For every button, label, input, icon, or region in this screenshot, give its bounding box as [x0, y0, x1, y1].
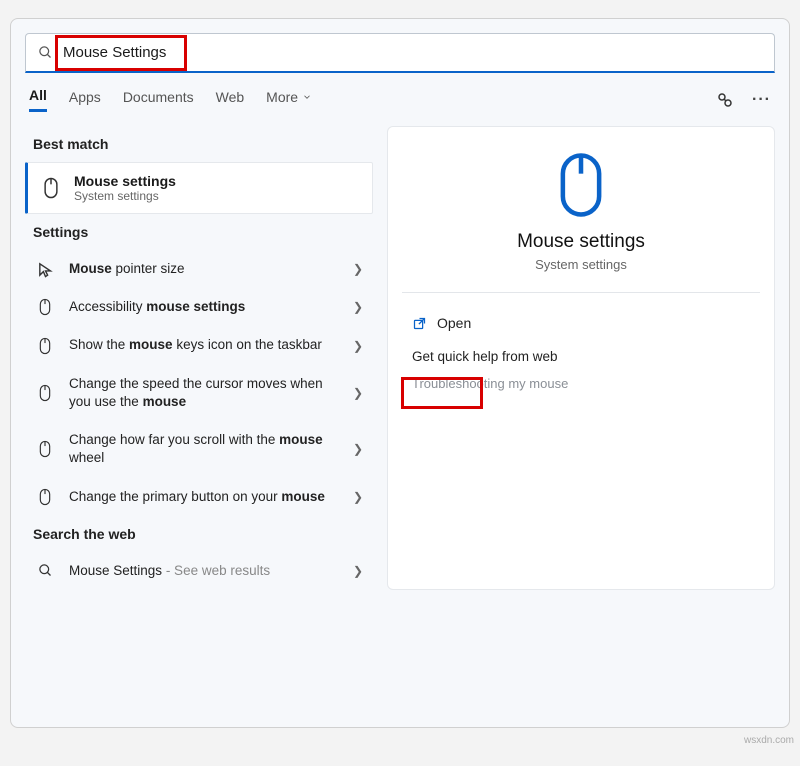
- chevron-right-icon: ❯: [353, 386, 363, 400]
- setting-cursor-speed[interactable]: Change the speed the cursor moves when y…: [25, 365, 373, 421]
- best-match-header: Best match: [25, 126, 373, 162]
- best-match-item[interactable]: Mouse settings System settings: [25, 162, 373, 214]
- link-icon[interactable]: [716, 91, 734, 109]
- quick-help-header: Get quick help from web: [406, 339, 756, 370]
- mouse-icon: [35, 440, 55, 458]
- preview-sub: System settings: [406, 257, 756, 272]
- search-icon: [35, 563, 55, 578]
- best-match-sub: System settings: [74, 189, 176, 203]
- tab-web[interactable]: Web: [216, 89, 245, 111]
- open-label: Open: [437, 315, 471, 331]
- chevron-down-icon: [302, 92, 312, 102]
- search-icon: [38, 45, 53, 60]
- open-action[interactable]: Open: [406, 307, 756, 339]
- mouse-icon: [35, 298, 55, 316]
- web-result-item[interactable]: Mouse Settings - See web results ❯: [25, 552, 373, 590]
- search-input[interactable]: Mouse Settings: [25, 33, 775, 73]
- tab-apps[interactable]: Apps: [69, 89, 101, 111]
- search-window: Mouse Settings All Apps Documents Web Mo…: [10, 18, 790, 728]
- watermark: wsxdn.com: [744, 735, 794, 746]
- best-match-title: Mouse settings: [74, 173, 176, 189]
- open-external-icon: [412, 316, 427, 331]
- troubleshoot-link[interactable]: Troubleshooting my mouse: [406, 370, 756, 397]
- chevron-right-icon: ❯: [353, 490, 363, 504]
- setting-accessibility-mouse[interactable]: Accessibility mouse settings ❯: [25, 288, 373, 326]
- mouse-icon: [35, 488, 55, 506]
- search-web-header: Search the web: [25, 516, 373, 552]
- chevron-right-icon: ❯: [353, 564, 363, 578]
- more-icon[interactable]: ···: [752, 91, 771, 109]
- filter-tabs: All Apps Documents Web More ···: [11, 73, 789, 118]
- setting-scroll-wheel[interactable]: Change how far you scroll with the mouse…: [25, 421, 373, 477]
- tab-all[interactable]: All: [29, 87, 47, 112]
- chevron-right-icon: ❯: [353, 339, 363, 353]
- tab-more-label: More: [266, 89, 298, 105]
- chevron-right-icon: ❯: [353, 442, 363, 456]
- search-query-text: Mouse Settings: [63, 44, 166, 61]
- mouse-icon: [35, 337, 55, 355]
- tab-documents[interactable]: Documents: [123, 89, 194, 111]
- tab-more[interactable]: More: [266, 89, 312, 111]
- pointer-icon: [35, 261, 55, 278]
- mouse-icon: [40, 177, 62, 199]
- setting-pointer-size[interactable]: Mouse pointer size ❯: [25, 250, 373, 288]
- preview-title: Mouse settings: [406, 231, 756, 253]
- preview-pane: Mouse settings System settings Open Get …: [387, 126, 775, 590]
- settings-header: Settings: [25, 214, 373, 250]
- mouse-large-icon: [406, 151, 756, 219]
- divider: [402, 292, 760, 293]
- setting-mouse-keys-icon[interactable]: Show the mouse keys icon on the taskbar …: [25, 326, 373, 364]
- chevron-right-icon: ❯: [353, 262, 363, 276]
- mouse-icon: [35, 384, 55, 402]
- results-column: Best match Mouse settings System setting…: [25, 126, 373, 590]
- setting-primary-button[interactable]: Change the primary button on your mouse …: [25, 478, 373, 516]
- chevron-right-icon: ❯: [353, 300, 363, 314]
